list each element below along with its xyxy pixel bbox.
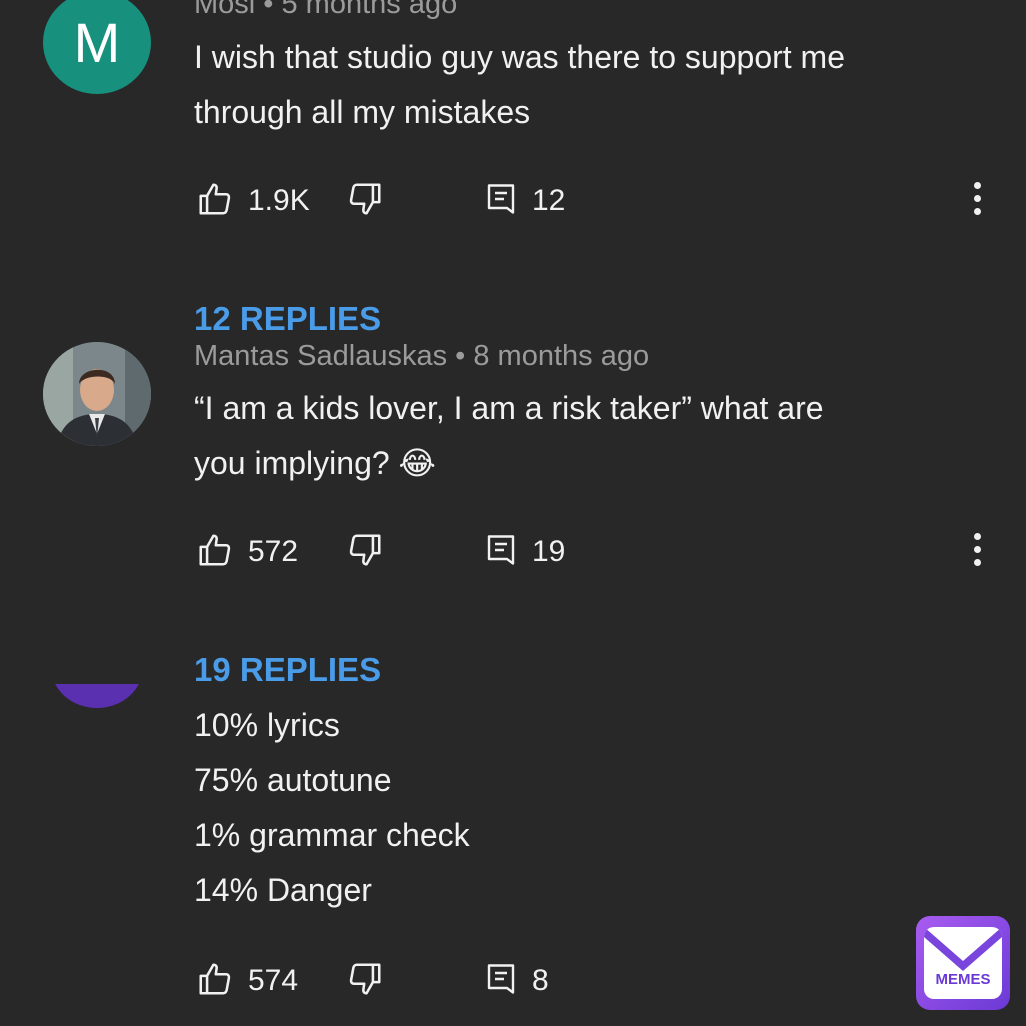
comment-text-line: “I am a kids lover, I am a risk taker” w… (194, 390, 824, 426)
comment-text-line: 10% lyrics (194, 707, 340, 743)
dislike-icon[interactable] (346, 531, 384, 574)
reply-icon[interactable] (483, 531, 519, 574)
comment-text-line: you implying? 😂 (194, 445, 436, 481)
like-icon[interactable] (196, 180, 234, 223)
like-count: 574 (248, 964, 299, 997)
comment-text-line: I wish that studio guy was there to supp… (194, 39, 845, 75)
more-options-icon[interactable] (972, 182, 982, 218)
avatar[interactable] (43, 342, 151, 446)
like-count: 572 (248, 535, 299, 568)
comment-text-line: 14% Danger (194, 872, 372, 908)
like-icon[interactable] (196, 531, 234, 574)
watermark-text: MEMES (935, 971, 991, 988)
view-replies-link[interactable]: 12 REPLIES (194, 300, 381, 338)
avatar[interactable]: M (43, 0, 151, 94)
memes-watermark-logo: MEMES (916, 916, 1010, 1010)
more-options-icon[interactable] (972, 533, 982, 569)
reply-count: 8 (532, 964, 549, 997)
dislike-icon[interactable] (346, 960, 384, 1003)
like-icon[interactable] (196, 960, 234, 1003)
reply-icon[interactable] (483, 180, 519, 223)
comment-text-line: 75% autotune (194, 762, 392, 798)
reply-count: 19 (532, 535, 566, 568)
comment-meta: Mantas Sadlauskas • 8 months ago (194, 340, 650, 372)
reply-count: 12 (532, 184, 566, 217)
comment-text-line: through all my mistakes (194, 94, 531, 130)
comment-text-line: 1% grammar check (194, 817, 470, 853)
view-replies-link[interactable]: 19 REPLIES (194, 651, 381, 689)
reply-icon[interactable] (483, 960, 519, 1003)
dislike-icon[interactable] (346, 180, 384, 223)
like-count: 1.9K (248, 184, 310, 217)
avatar[interactable] (51, 684, 143, 708)
comment-meta: Mosi • 5 months ago (194, 0, 458, 20)
